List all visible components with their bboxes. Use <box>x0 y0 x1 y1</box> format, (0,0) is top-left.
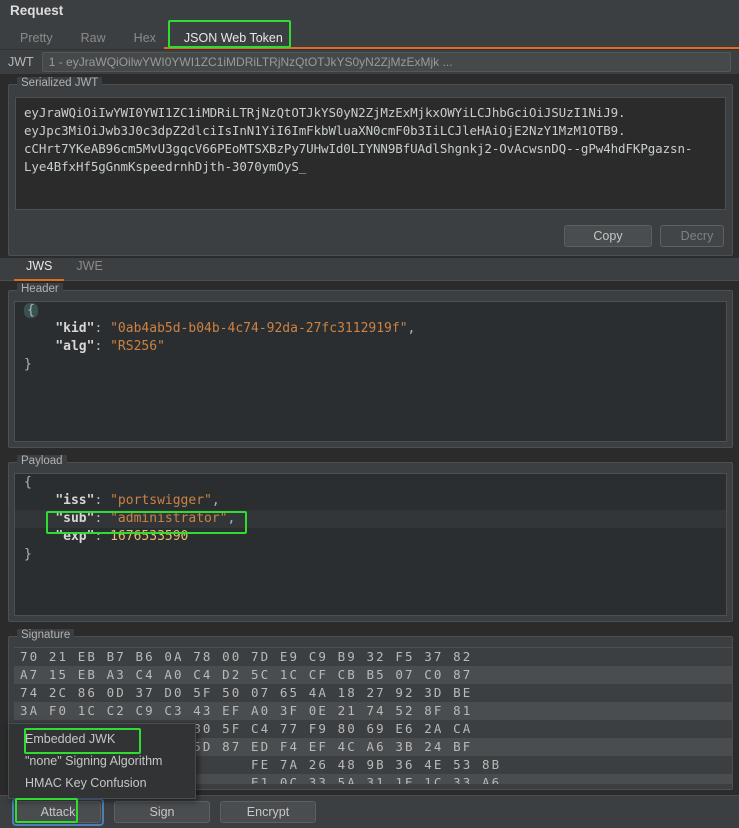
brace-open-highlight: { <box>24 303 38 318</box>
brace-open: { <box>24 475 32 490</box>
window-title: Request <box>0 0 739 25</box>
subtab-jwe[interactable]: JWE <box>64 258 114 280</box>
serialized-line: eyJpc3MiOiJwb3J0c3dpZ2dlciIsInN1YiI6ImFk… <box>24 123 626 138</box>
tab-raw[interactable]: Raw <box>67 25 120 49</box>
jwt-payload-title: Payload <box>17 455 67 467</box>
jwt-selector-row: JWT 1 - eyJraWQiOilwYWI0YWI1ZC1iMDRiLTRj… <box>0 50 739 74</box>
code-line: { <box>15 474 726 492</box>
code-line: "iss": "portswigger", <box>55 493 220 508</box>
serialized-line: cCHrt7YKeAB96cm5MvU3gqcV66PEoMTSXBzPy7UH… <box>24 141 693 156</box>
view-format-tabs: Pretty Raw Hex JSON Web Token <box>0 25 739 50</box>
jwt-payload-editor[interactable]: { "iss": "portswigger", "sub": "administ… <box>14 473 727 616</box>
copy-button[interactable]: Copy <box>564 225 652 247</box>
attack-dropdown-menu: Embedded JWK "none" Signing Algorithm HM… <box>8 723 196 799</box>
serialized-jwt-buttons: Copy Decry <box>564 225 724 247</box>
json-comma: , <box>407 321 416 336</box>
json-value: "administrator" <box>110 511 228 526</box>
jwt-payload-panel: Payload { "iss": "portswigger", "sub": "… <box>8 455 733 622</box>
jwt-header-editor[interactable]: { "kid": "0ab4ab5d-b04b-4c74-92da-27fc31… <box>14 301 727 442</box>
json-key: "iss" <box>55 493 95 508</box>
jwt-header-panel: Header { "kid": "0ab4ab5d-b04b-4c74-92da… <box>8 283 733 448</box>
action-button-bar: Attack Sign Encrypt <box>0 795 739 828</box>
code-line: "exp": 1676533590 <box>55 529 189 544</box>
json-key: "exp" <box>55 529 95 544</box>
code-line: "alg": "RS256" <box>55 339 165 354</box>
encrypt-button[interactable]: Encrypt <box>220 801 316 823</box>
tab-json-web-token[interactable]: JSON Web Token <box>169 25 297 49</box>
menu-item-hmac-key-confusion[interactable]: HMAC Key Confusion <box>9 772 195 794</box>
code-line: } <box>15 546 726 564</box>
code-line-sub-claim: "sub": "administrator", <box>15 510 726 528</box>
attack-button-focus-ring: Attack <box>12 798 104 826</box>
serialized-line: eyJraWQiOiIwYWI0YWI1ZC1iMDRiLTRjNzQtOTJk… <box>24 105 626 120</box>
json-value: "0ab4ab5d-b04b-4c74-92da-27fc3112919f" <box>110 321 408 336</box>
json-value: "RS256" <box>110 339 165 354</box>
jwt-signature-title: Signature <box>17 629 75 641</box>
menu-item-none-signing-algorithm[interactable]: "none" Signing Algorithm <box>9 750 195 772</box>
code-line: "kid": "0ab4ab5d-b04b-4c74-92da-27fc3112… <box>55 321 416 336</box>
jwt-header-title: Header <box>17 283 63 295</box>
serialized-jwt-title: Serialized JWT <box>17 77 103 89</box>
decrypt-button[interactable]: Decry <box>660 225 724 247</box>
json-key: "kid" <box>55 321 95 336</box>
hex-row: 3A F0 1C C2 C9 C3 43 EF A0 3F 0E 21 74 5… <box>14 702 732 720</box>
brace-close: } <box>24 547 32 562</box>
tab-underline <box>164 47 739 49</box>
json-comma: , <box>211 493 220 508</box>
serialized-line: Lye4BfxHf5gGnmKspeedrnhDjth-3070ymOyS_ <box>24 159 307 174</box>
json-value: 1676533590 <box>110 529 189 544</box>
json-key: "alg" <box>55 339 95 354</box>
sign-button[interactable]: Sign <box>114 801 210 823</box>
json-key: "sub" <box>55 511 95 526</box>
serialized-jwt-textarea[interactable]: eyJraWQiOiIwYWI0YWI1ZC1iMDRiLTRjNzQtOTJk… <box>15 97 726 210</box>
code-line: } <box>15 356 726 374</box>
serialized-jwt-panel: Serialized JWT eyJraWQiOiIwYWI0YWI1ZC1iM… <box>8 77 733 256</box>
json-comma: , <box>227 511 236 526</box>
jwt-selector-combobox[interactable]: 1 - eyJraWQiOilwYWI0YWI1ZC1iMDRiLTRjNzQt… <box>41 52 731 72</box>
code-line: { <box>15 302 726 320</box>
jwt-selector-label: JWT <box>8 55 34 69</box>
brace-close: } <box>24 357 32 372</box>
tab-hex[interactable]: Hex <box>120 25 170 49</box>
hex-row: 74 2C 86 0D 37 D0 5F 50 07 65 4A 18 27 9… <box>14 684 732 702</box>
subtab-jws[interactable]: JWS <box>14 258 65 281</box>
jws-jwe-tabs: JWS JWE <box>0 258 739 281</box>
tab-pretty[interactable]: Pretty <box>6 25 67 49</box>
menu-item-embedded-jwk[interactable]: Embedded JWK <box>9 728 195 750</box>
hex-row: 70 21 EB B7 B6 0A 78 00 7D E9 C9 B9 32 F… <box>14 648 732 666</box>
hex-row: A7 15 EB A3 C4 A0 C4 D2 5C 1C CF CB B5 0… <box>14 666 732 684</box>
json-value: "portswigger" <box>110 493 212 508</box>
attack-button[interactable]: Attack <box>15 801 101 823</box>
